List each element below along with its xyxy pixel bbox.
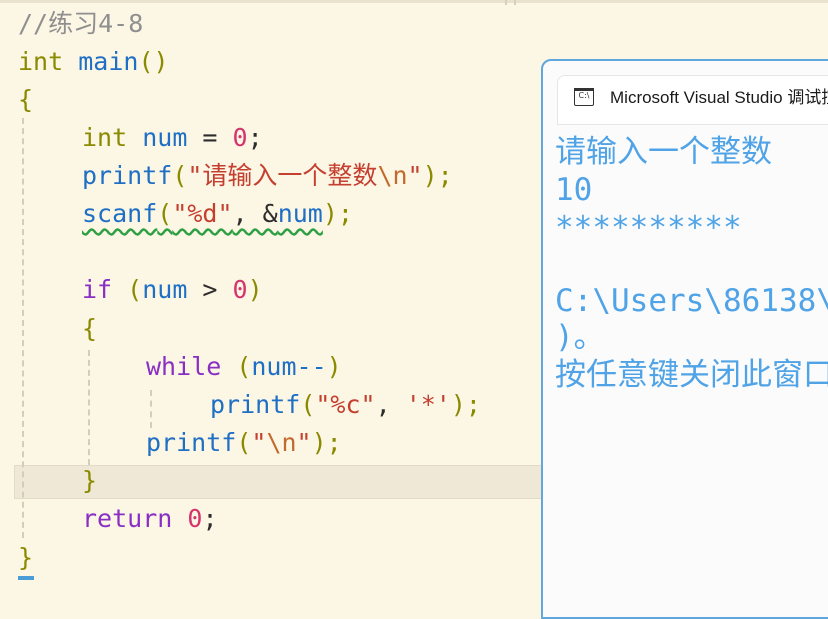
code-token: ( (221, 352, 252, 381)
code-token: printf (82, 161, 173, 190)
code-line[interactable]: int main() (18, 43, 169, 81)
code-token: ; (202, 504, 218, 533)
code-token: if (82, 275, 113, 304)
code-token: , & (232, 199, 278, 228)
code-token: ); (450, 390, 481, 419)
console-output-line: )。 (555, 319, 605, 355)
code-token: = (187, 123, 233, 152)
code-token: ; (247, 123, 263, 152)
editor-top-border (0, 0, 828, 3)
code-token: main (78, 47, 139, 76)
code-token: \n (266, 428, 297, 457)
code-token: scanf (82, 199, 158, 228)
code-token: 0 (232, 123, 248, 152)
code-token: num (142, 123, 188, 152)
code-token: ) (326, 352, 342, 381)
code-token: printf (210, 390, 301, 419)
code-token: } (82, 466, 98, 495)
split-marker (514, 0, 516, 5)
console-output-line: 按任意键关闭此窗口 (555, 357, 828, 393)
indent-guide (88, 350, 90, 465)
code-token: ) (247, 275, 263, 304)
code-token: " (407, 161, 423, 190)
console-tab[interactable]: C:\ Microsoft Visual Studio 调试控制台 (557, 75, 828, 125)
code-token: , (375, 390, 406, 419)
indent-guide (150, 390, 152, 428)
code-token: "%d" (172, 199, 233, 228)
code-token: ); (422, 161, 453, 190)
code-line[interactable]: return 0; (82, 500, 218, 538)
console-output-line: 请输入一个整数 (555, 134, 772, 170)
indent-guide (22, 118, 24, 538)
code-token: num-- (251, 352, 327, 381)
code-token: return (82, 504, 173, 533)
code-token: \n (377, 161, 408, 190)
code-line[interactable]: { (18, 81, 33, 119)
code-token: '*' (405, 390, 451, 419)
code-token: //练习4-8 (18, 9, 144, 38)
code-token: "请输入一个整数 (187, 161, 378, 190)
code-token: { (82, 314, 98, 343)
code-token: > (187, 275, 233, 304)
code-token: 0 (232, 275, 248, 304)
code-token: ( (112, 275, 143, 304)
code-token: num (142, 275, 188, 304)
code-token: } (18, 543, 34, 572)
code-line[interactable]: while (num--) (146, 348, 342, 386)
code-line[interactable]: printf("\n"); (146, 424, 342, 462)
code-token: () (138, 47, 169, 76)
console-output-line: 10 (555, 172, 593, 208)
code-line[interactable]: } (18, 539, 33, 577)
code-token: printf (146, 428, 237, 457)
code-token: int (18, 47, 64, 76)
split-marker (505, 0, 507, 5)
code-token: "%c" (315, 390, 376, 419)
code-token: int (82, 123, 128, 152)
code-token: while (146, 352, 222, 381)
code-token: ( (236, 428, 252, 457)
code-token: " (296, 428, 312, 457)
code-line[interactable]: { (82, 310, 97, 348)
code-line[interactable]: //练习4-8 (18, 5, 143, 43)
console-output-line: ********** (555, 210, 742, 246)
code-line[interactable]: if (num > 0) (82, 271, 263, 309)
code-token: ( (300, 390, 316, 419)
code-token: ( (157, 199, 173, 228)
code-line[interactable]: } (82, 462, 97, 500)
code-token: ); (311, 428, 342, 457)
code-token: { (18, 85, 34, 114)
code-token: num (277, 199, 323, 228)
code-token: ); (322, 199, 353, 228)
code-line[interactable]: int num = 0; (82, 119, 263, 157)
code-token: " (251, 428, 267, 457)
code-token: ( (172, 161, 188, 190)
cursor-line-marker (18, 576, 34, 580)
code-line[interactable]: printf("请输入一个整数\n"); (82, 157, 453, 195)
code-line[interactable]: scanf("%d", &num); (82, 195, 353, 233)
debug-console-window[interactable]: C:\ Microsoft Visual Studio 调试控制台 请输入一个整… (541, 59, 828, 619)
code-line[interactable]: printf("%c", '*'); (210, 386, 481, 424)
console-output-line: C:\Users\86138\ (555, 283, 828, 319)
code-token: 0 (187, 504, 203, 533)
console-title: Microsoft Visual Studio 调试控制台 (610, 88, 828, 107)
console-app-icon: C:\ (574, 88, 594, 106)
